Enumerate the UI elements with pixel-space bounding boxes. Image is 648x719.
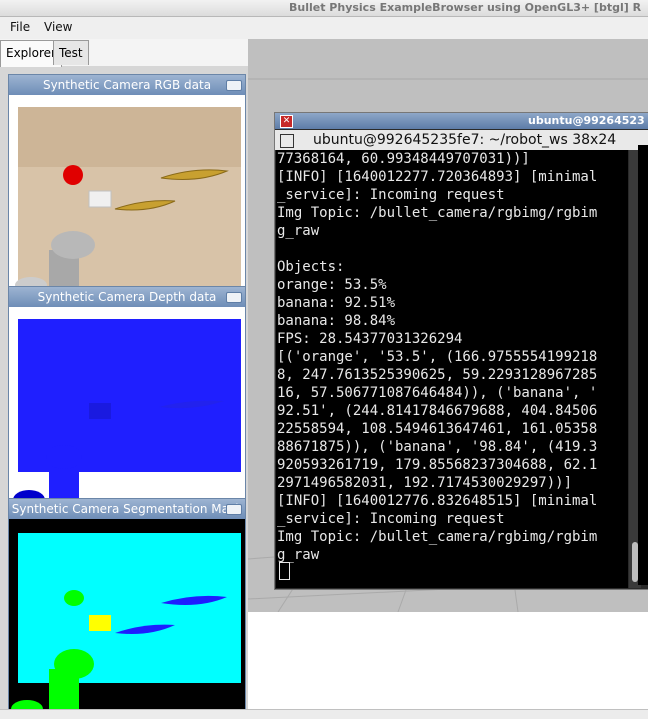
minimize-icon[interactable] <box>226 504 242 515</box>
terminal-line: 920593261719, 179.85568237304688, 62.1 <box>277 457 598 473</box>
minimize-icon[interactable] <box>226 80 242 91</box>
depth-camera-window[interactable]: Synthetic Camera Depth data <box>8 286 246 502</box>
terminal-line: Objects: <box>277 259 345 275</box>
rgb-camera-image <box>9 95 245 288</box>
terminal-tab-title: ubuntu@992645235fe7: ~/robot_ws 38x24 <box>313 132 617 148</box>
segmentation-camera-image <box>9 519 245 714</box>
terminal-line: FPS: 28.54377031326294 <box>277 331 463 347</box>
terminal-line: [INFO] [1640012776.832648515] [minimal <box>277 493 598 509</box>
terminal-line: g_raw <box>277 223 320 239</box>
menu-bar: File View <box>0 17 648 39</box>
terminal-line: [INFO] [1640012277.720364893] [minimal <box>277 169 598 185</box>
app-title: Bullet Physics ExampleBrowser using Open… <box>289 1 642 14</box>
terminal-line: 8, 247.7613525390625, 59.2293128967285 <box>277 367 598 383</box>
terminal-line: 16, 57.506771087646484)), ('banana', ' <box>277 385 598 401</box>
terminal-line: Img Topic: /bullet_camera/rgbimg/rgbim <box>277 205 598 221</box>
terminal-line: [('orange', '53.5', (166.9755554199218 <box>277 349 598 365</box>
terminal-line: _service]: Incoming request <box>277 187 505 203</box>
rgb-camera-window[interactable]: Synthetic Camera RGB data <box>8 74 246 290</box>
terminal-title-bar[interactable]: ✕ ubuntu@99264523 <box>275 113 648 129</box>
minimize-icon[interactable] <box>226 292 242 303</box>
terminal-cursor <box>279 562 290 580</box>
rgb-camera-title: Synthetic Camera RGB data <box>42 78 212 92</box>
terminal-window[interactable]: ✕ ubuntu@99264523 ubuntu@992645235fe7: ~… <box>274 112 648 590</box>
orange-ball <box>63 165 83 185</box>
menu-file[interactable]: File <box>10 20 30 34</box>
segmentation-camera-window[interactable]: Synthetic Camera Segmentation Mask <box>8 498 246 716</box>
terminal-line: 92.51', (244.81417846679688, 404.84506 <box>277 403 598 419</box>
close-icon[interactable]: ✕ <box>280 115 293 128</box>
segmentation-camera-header[interactable]: Synthetic Camera Segmentation Mask <box>9 499 245 519</box>
white-cube <box>88 190 112 208</box>
terminal-line: Img Topic: /bullet_camera/rgbimg/rgbim <box>277 529 598 545</box>
scene-lower-area <box>248 612 648 718</box>
terminal-line: _service]: Incoming request <box>277 511 505 527</box>
terminal-line: banana: 92.51% <box>277 295 396 311</box>
terminal-grid-icon <box>280 134 294 148</box>
menu-view[interactable]: View <box>44 20 72 34</box>
terminal-window-title: ubuntu@99264523 <box>528 114 645 127</box>
terminal-line: 77368164, 60.99348449707031))] <box>277 151 530 167</box>
rgb-camera-header[interactable]: Synthetic Camera RGB data <box>9 75 245 95</box>
terminal-line: banana: 98.84% <box>277 313 396 329</box>
background-terminal-edge <box>638 145 648 585</box>
depth-camera-title: Synthetic Camera Depth data <box>37 290 217 304</box>
terminal-line: 2971496582031, 192.7174530029297))] <box>277 475 573 491</box>
terminal-output[interactable]: 77368164, 60.99348449707031))] [INFO] [1… <box>276 150 628 588</box>
terminal-line: 22558594, 108.5494613647461, 161.05358 <box>277 421 598 437</box>
terminal-tab-header[interactable]: ubuntu@992645235fe7: ~/robot_ws 38x24 <box>275 130 648 150</box>
segmentation-camera-title: Synthetic Camera Segmentation Mask <box>11 502 243 516</box>
terminal-line: 88671875)), ('banana', '98.84', (419.3 <box>277 439 598 455</box>
depth-camera-image <box>9 307 245 500</box>
terminal-line: orange: 53.5% <box>277 277 387 293</box>
depth-camera-header[interactable]: Synthetic Camera Depth data <box>9 287 245 307</box>
tab-test[interactable]: Test <box>53 40 89 65</box>
app-title-bar[interactable]: Bullet Physics ExampleBrowser using Open… <box>0 0 648 17</box>
